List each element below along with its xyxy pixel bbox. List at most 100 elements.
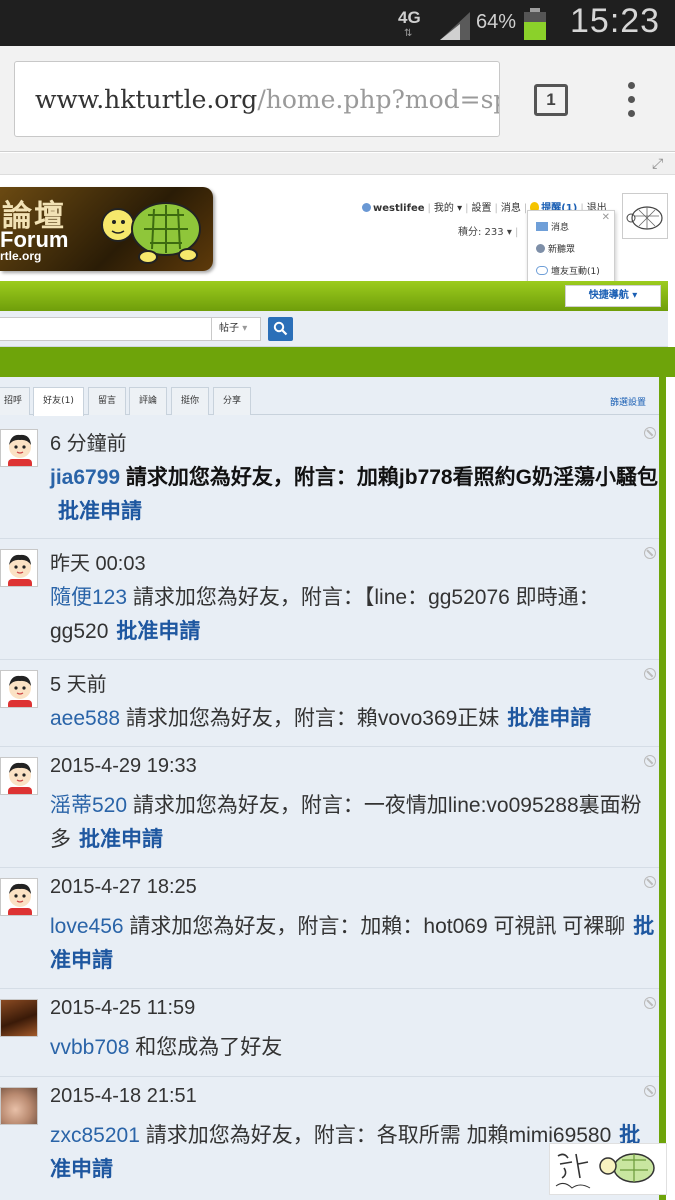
- approve-request-link[interactable]: 批准申請: [79, 828, 163, 851]
- entry-user-link[interactable]: zxc85201: [50, 1124, 140, 1147]
- avatar[interactable]: [0, 429, 38, 467]
- network-type: 4G: [398, 8, 421, 27]
- ignore-icon[interactable]: [644, 547, 656, 559]
- entry-time: 2015-4-29 19:33: [50, 755, 197, 777]
- ignore-icon[interactable]: [644, 876, 656, 888]
- turtle-sketch-icon: [626, 206, 663, 230]
- url-host: www.hkturtle.org: [35, 85, 258, 114]
- site-logo[interactable]: 論壇 Forum rtle.org: [0, 187, 213, 271]
- popup-item-listeners[interactable]: 新聽眾: [536, 242, 575, 255]
- cloud-icon: [536, 266, 548, 275]
- tab-friends[interactable]: 好友(1): [33, 387, 84, 416]
- tab-reviews[interactable]: 評論: [129, 387, 167, 415]
- turtle-watermark-logo: [549, 1143, 667, 1195]
- feed-entry: 5 天前 aee588 請求加您為好友，附言：賴vovo369正妹 批准申請: [0, 660, 659, 747]
- entry-message: love456 請求加您為好友，附言：加賴：hot069 可視訊 可裸聊 批准申請: [50, 910, 658, 978]
- entry-text: 和您成為了好友: [129, 1036, 283, 1059]
- mail-icon: [536, 222, 548, 231]
- address-bar[interactable]: www.hkturtle.org/home.php?mod=sp: [14, 61, 500, 137]
- notification-popup: ✕ 消息 新聽眾 壇友互動(1): [527, 210, 615, 288]
- search-button[interactable]: [268, 317, 293, 341]
- quick-nav-button[interactable]: 快捷導航 ▾: [565, 285, 661, 307]
- avatar[interactable]: [0, 878, 38, 916]
- entry-user-link[interactable]: 滛蒂520: [50, 794, 127, 817]
- avatar[interactable]: [0, 757, 38, 795]
- approve-request-link[interactable]: 批准申請: [58, 500, 142, 523]
- popup-item-interactions[interactable]: 壇友互動(1): [536, 264, 600, 277]
- user-avatar[interactable]: [622, 193, 668, 239]
- search-icon: [273, 321, 288, 336]
- entry-time: 2015-4-18 21:51: [50, 1085, 197, 1107]
- entry-user-link[interactable]: vvbb708: [50, 1036, 129, 1059]
- messages-link[interactable]: 消息: [501, 203, 521, 214]
- overflow-menu-icon[interactable]: [624, 82, 640, 118]
- top-strip: ⤢: [0, 153, 675, 175]
- popup-item-label: 壇友互動(1): [551, 267, 600, 277]
- avatar[interactable]: [0, 999, 38, 1037]
- green-band: [0, 347, 675, 377]
- avatar[interactable]: [0, 670, 38, 708]
- feed-entry: 昨天 00:03 隨便123 請求加您為好友，附言：【line：gg52076 即…: [0, 539, 659, 660]
- tab-support[interactable]: 挺你: [171, 387, 209, 415]
- search-type-select[interactable]: 帖子 ▾: [211, 317, 261, 341]
- entry-user-link[interactable]: love456: [50, 915, 124, 938]
- turtle-mascot-icon: [101, 202, 201, 264]
- popup-item-messages[interactable]: 消息: [536, 220, 569, 233]
- entry-text: 請求加您為好友，附言：各取所需 加賴mimi69580: [139, 1124, 612, 1147]
- entry-message: 隨便123 請求加您為好友，附言：【line：gg52076 即時通：gg520…: [50, 581, 658, 649]
- entry-time: 6 分鐘前: [50, 433, 127, 455]
- entry-text: 請求加您為好友，附言：加賴：hot069 可視訊 可裸聊: [123, 915, 626, 938]
- filter-settings-link[interactable]: 篩選設置: [610, 395, 646, 408]
- ignore-icon[interactable]: [644, 1085, 656, 1097]
- notification-tabs: 招呼 好友(1) 留言 評論 挺你 分享: [0, 387, 659, 416]
- entry-message: aee588 請求加您為好友，附言：賴vovo369正妹 批准申請: [50, 702, 658, 736]
- entry-user-link[interactable]: jia6799: [50, 466, 120, 489]
- entry-text: 請求加您為好友，附言：賴vovo369正妹: [120, 707, 500, 730]
- tab-switcher-button[interactable]: 1: [534, 84, 568, 116]
- search-input[interactable]: [0, 317, 212, 341]
- popup-item-label: 新聽眾: [548, 245, 576, 255]
- entry-time: 2015-4-27 18:25: [50, 876, 197, 898]
- battery-percent: 64%: [476, 11, 517, 33]
- approve-request-link[interactable]: 批准申請: [116, 620, 200, 643]
- avatar[interactable]: [0, 549, 38, 587]
- quick-nav-label: 快捷導航: [588, 290, 629, 301]
- tab-greetings[interactable]: 招呼: [0, 387, 30, 415]
- entry-user-link[interactable]: aee588: [50, 707, 120, 730]
- notification-panel: 招呼 好友(1) 留言 評論 挺你 分享 篩選設置 6 分鐘前 jia6799 請…: [0, 377, 666, 1200]
- ignore-icon[interactable]: [644, 427, 656, 439]
- settings-link[interactable]: 設置: [471, 203, 491, 214]
- ignore-icon[interactable]: [644, 755, 656, 767]
- tab-comments-wall[interactable]: 留言: [88, 387, 126, 415]
- ignore-icon[interactable]: [644, 997, 656, 1009]
- feed-entry: 2015-4-25 11:59 vvbb708 和您成為了好友: [0, 989, 659, 1077]
- ignore-icon[interactable]: [644, 668, 656, 680]
- entry-text: 請求加您為好友，附言：加賴jb778看照約G奶淫蕩小騷包: [120, 466, 658, 489]
- signal-icon: [440, 12, 470, 40]
- tab-shares[interactable]: 分享: [213, 387, 251, 415]
- entry-time: 2015-4-25 11:59: [50, 997, 196, 1019]
- url-path: /home.php?mod=sp: [257, 85, 500, 114]
- feed-entry: 2015-4-29 19:33 滛蒂520 請求加您為好友，附言：一夜情加line…: [0, 747, 659, 868]
- entry-time: 昨天 00:03: [50, 553, 146, 575]
- close-icon[interactable]: ✕: [602, 212, 610, 223]
- entry-message: jia6799 請求加您為好友，附言：加賴jb778看照約G奶淫蕩小騷包批准申請: [50, 461, 658, 529]
- points-menu[interactable]: 積分: 233 ▾ |: [458, 223, 518, 238]
- data-activity-icon: ⇅: [404, 28, 412, 39]
- battery-icon: [524, 8, 546, 40]
- popup-item-label: 消息: [551, 223, 570, 233]
- avatar[interactable]: [0, 1087, 38, 1125]
- entry-message: 滛蒂520 請求加您為好友，附言：一夜情加line:vo095288裏面粉多 批准…: [50, 789, 658, 857]
- user-icon: [362, 203, 371, 212]
- expand-icon[interactable]: ⤢: [652, 156, 663, 172]
- feed-entry: 2015-4-27 18:25 love456 請求加您為好友，附言：加賴：hot…: [0, 868, 659, 989]
- username-link[interactable]: westlifee: [373, 203, 425, 214]
- my-menu-link[interactable]: 我的: [434, 203, 454, 214]
- person-icon: [536, 244, 545, 253]
- approve-request-link[interactable]: 批准申請: [507, 707, 591, 730]
- points-label: 積分: 233: [458, 227, 504, 238]
- clock: 15:23: [570, 2, 661, 40]
- logo-domain: rtle.org: [0, 249, 42, 263]
- entry-user-link[interactable]: 隨便123: [50, 586, 127, 609]
- feed-entry: 6 分鐘前 jia6799 請求加您為好友，附言：加賴jb778看照約G奶淫蕩小騷…: [0, 419, 659, 539]
